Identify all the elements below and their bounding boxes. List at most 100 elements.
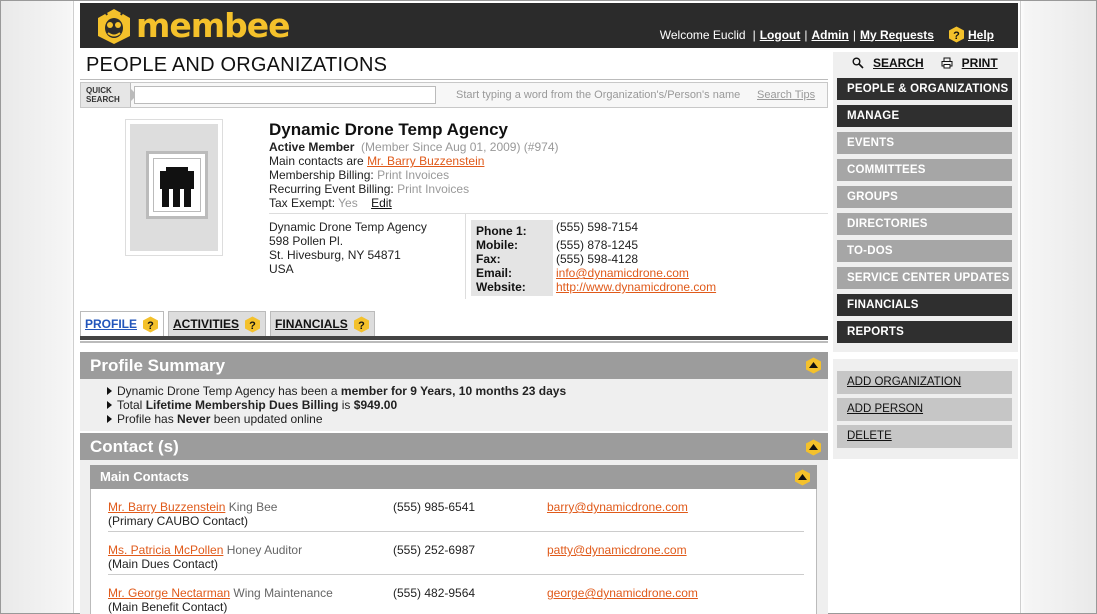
sidebar-item-events[interactable]: EVENTS: [837, 132, 1012, 154]
phone1-label: Phone 1:: [476, 224, 527, 238]
svg-text:?: ?: [358, 320, 365, 332]
tab-activities-label: ACTIVITIES: [173, 317, 240, 331]
contact-row: Ms. Patricia McPollen Honey Auditor (Mai…: [108, 532, 804, 575]
svg-text:?: ?: [953, 30, 960, 42]
quick-search-hint: Start typing a word from the Organizatio…: [456, 89, 741, 101]
sidebar-item-directories[interactable]: DIRECTORIES: [837, 213, 1012, 235]
main-contacts-list: Mr. Barry Buzzenstein King Bee (Primary …: [90, 489, 817, 614]
member-since: (Member Since Aug 01, 2009) (#974): [361, 140, 559, 154]
profile-tabs: PROFILE ? ACTIVITIES ? FINANCIALS ?: [80, 311, 375, 336]
contact-row: Mr. Barry Buzzenstein King Bee (Primary …: [108, 489, 804, 532]
org-photo[interactable]: [125, 119, 223, 256]
search-icon: [852, 57, 864, 69]
contact-role: Honey Auditor: [226, 543, 303, 557]
recurring-billing-label: Recurring Event Billing:: [269, 182, 394, 196]
contact-email-link[interactable]: george@dynamicdrone.com: [547, 586, 698, 600]
sidebar-tools: SEARCH PRINT: [852, 56, 998, 70]
tab-financials[interactable]: FINANCIALS ?: [270, 311, 375, 336]
tax-exempt-label: Tax Exempt:: [269, 196, 336, 210]
main-contact-link[interactable]: Mr. Barry Buzzenstein: [367, 154, 484, 168]
profile-summary-header[interactable]: Profile Summary: [80, 352, 828, 379]
email-link[interactable]: info@dynamicdrone.com: [556, 266, 816, 280]
print-icon: [941, 57, 953, 69]
mobile-label: Mobile:: [476, 238, 518, 252]
search-label: SEARCH: [873, 56, 924, 70]
sidebar-item-service-center-updates[interactable]: SERVICE CENTER UPDATES: [837, 267, 1012, 289]
contact-name-link[interactable]: Ms. Patricia McPollen: [108, 543, 223, 557]
collapse-icon[interactable]: [805, 357, 822, 374]
tab-financials-label: FINANCIALS: [275, 317, 348, 331]
contacts-title: Contact (s): [90, 437, 179, 456]
sidebar-item-reports[interactable]: REPORTS: [837, 321, 1012, 343]
recurring-billing-value: Print Invoices: [397, 182, 470, 196]
add-organization-button[interactable]: ADD ORGANIZATION: [837, 371, 1012, 394]
contact-email-link[interactable]: patty@dynamicdrone.com: [547, 543, 687, 557]
contact-name-link[interactable]: Mr. Barry Buzzenstein: [108, 500, 225, 514]
membership-billing-label: Membership Billing:: [269, 168, 374, 182]
logout-link[interactable]: Logout: [760, 28, 801, 42]
website-link[interactable]: http://www.dynamicdrone.com: [556, 280, 816, 294]
collapse-icon[interactable]: [794, 469, 811, 486]
add-person-button[interactable]: ADD PERSON: [837, 398, 1012, 421]
org-address: Dynamic Drone Temp Agency 598 Pollen Pl.…: [269, 220, 427, 276]
sidebar-actions: ADD ORGANIZATION ADD PERSON DELETE: [837, 371, 1012, 452]
quick-search-input[interactable]: [134, 86, 436, 104]
membership-billing-value: Print Invoices: [377, 168, 450, 182]
contact-name-link[interactable]: Mr. George Nectarman: [108, 586, 230, 600]
help-icon[interactable]: ?: [142, 316, 159, 333]
search-button[interactable]: SEARCH: [852, 56, 924, 70]
profile-summary-title: Profile Summary: [90, 356, 226, 375]
svg-text:?: ?: [147, 320, 154, 332]
main-contacts-header[interactable]: Main Contacts: [90, 465, 817, 489]
contact-email-link[interactable]: barry@dynamicdrone.com: [547, 500, 688, 514]
collapse-icon[interactable]: [805, 439, 822, 456]
sidebar-item-to-dos[interactable]: TO-DOS: [837, 240, 1012, 262]
email-label: Email:: [476, 266, 513, 280]
sidebar-nav: PEOPLE & ORGANIZATIONS MANAGE EVENTS COM…: [837, 78, 1012, 348]
svg-text:?: ?: [249, 320, 256, 332]
contact-phone: (555) 482-9564: [393, 586, 476, 600]
org-details: Active Member (Member Since Aug 01, 2009…: [269, 140, 559, 210]
sidebar-item-financials[interactable]: FINANCIALS: [837, 294, 1012, 316]
help-icon[interactable]: ?: [353, 316, 370, 333]
contacts-header[interactable]: Contact (s): [80, 433, 828, 460]
quick-search-bar: QUICK SEARCH Start typing a word from th…: [80, 82, 828, 108]
contact-type: (Primary CAUBO Contact): [108, 514, 249, 528]
sidebar-item-groups[interactable]: GROUPS: [837, 186, 1012, 208]
tab-underline: [80, 336, 828, 340]
summary-dues-billing: Total Lifetime Membership Dues Billing i…: [106, 398, 828, 412]
edit-link[interactable]: Edit: [371, 196, 392, 210]
top-nav: Welcome Euclid | Logout | Admin | My Req…: [659, 26, 994, 43]
help-link[interactable]: Help: [968, 28, 994, 42]
sidebar-item-manage[interactable]: MANAGE: [837, 105, 1012, 127]
quick-search-label-line2: SEARCH: [86, 95, 120, 104]
top-header: membee Welcome Euclid | Logout | Admin |…: [80, 3, 1018, 48]
tab-activities[interactable]: ACTIVITIES ?: [168, 311, 267, 336]
my-requests-link[interactable]: My Requests: [860, 28, 934, 42]
mobile-value: (555) 878-1245: [556, 238, 639, 252]
address-divider: [269, 213, 828, 214]
summary-membership-length: Dynamic Drone Temp Agency has been a mem…: [106, 384, 828, 398]
tab-profile-label: PROFILE: [85, 317, 138, 331]
admin-link[interactable]: Admin: [811, 28, 848, 42]
main-contacts-label: Main contacts are: [269, 154, 364, 168]
search-tips-link[interactable]: Search Tips: [757, 89, 815, 101]
contact-phone: (555) 985-6541: [393, 500, 476, 514]
contact-values: (555) 598-7154 (555) 878-1245 (555) 598-…: [556, 220, 816, 294]
sidebar-item-committees[interactable]: COMMITTEES: [837, 159, 1012, 181]
tab-profile[interactable]: PROFILE ?: [80, 311, 165, 336]
print-button[interactable]: PRINT: [941, 56, 998, 70]
membee-logo[interactable]: membee: [94, 6, 291, 45]
summary-list: Dynamic Drone Temp Agency has been a mem…: [80, 379, 828, 426]
contact-labels: Phone 1: Mobile: Fax: Email: Website:: [471, 220, 553, 296]
contact-role: King Bee: [228, 500, 278, 514]
fax-label: Fax:: [476, 252, 501, 266]
page-title: PEOPLE AND ORGANIZATIONS: [86, 54, 388, 76]
address-line: St. Hivesburg, NY 54871: [269, 248, 401, 262]
help-icon[interactable]: ?: [948, 26, 965, 43]
delete-button[interactable]: DELETE: [837, 425, 1012, 448]
sidebar-item-people-organizations[interactable]: PEOPLE & ORGANIZATIONS: [837, 78, 1012, 100]
building-icon: [146, 151, 208, 219]
profile-summary-body: Dynamic Drone Temp Agency has been a mem…: [80, 379, 828, 431]
help-icon[interactable]: ?: [244, 316, 261, 333]
